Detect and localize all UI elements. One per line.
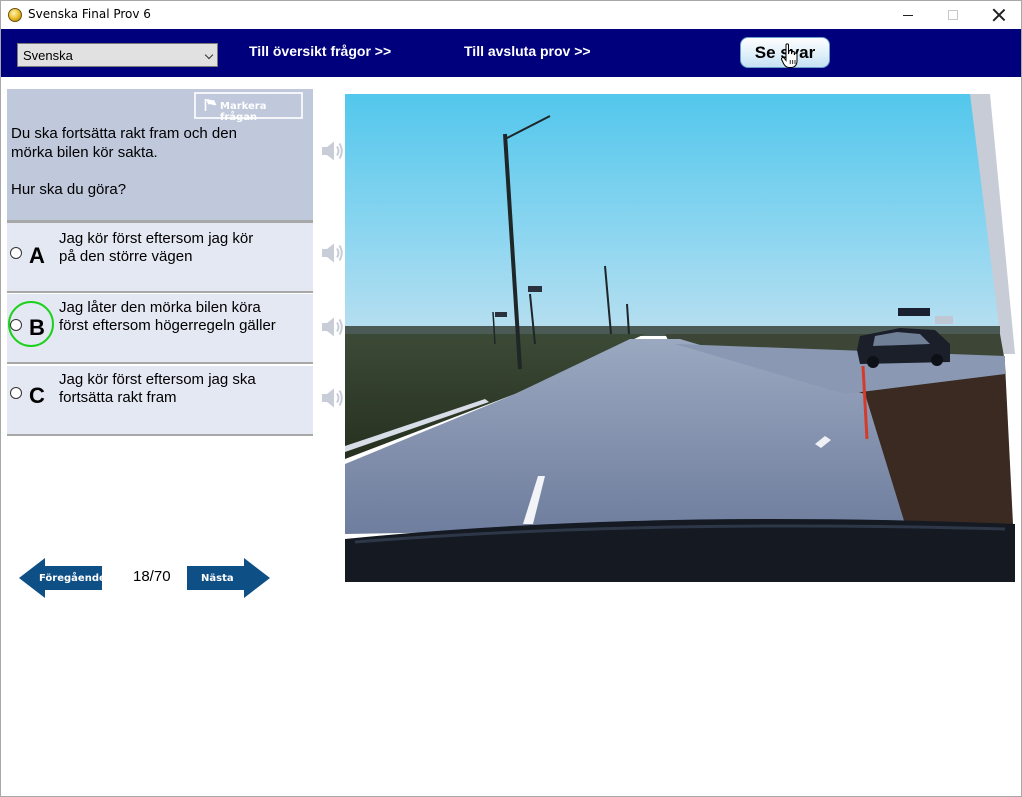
flag-icon — [204, 99, 217, 111]
maximize-icon — [948, 10, 958, 20]
answer-text: Jag kör först eftersom jag kör på den st… — [59, 230, 309, 266]
speaker-icon[interactable] — [320, 140, 344, 162]
answer-line: Jag låter den mörka bilen köra — [59, 299, 261, 316]
app-icon — [8, 8, 22, 22]
toolbar: Svenska Till översikt frågor >> Till avs… — [1, 29, 1021, 77]
next-label: Nästa — [201, 573, 234, 584]
answer-line: först eftersom högerregeln gäller — [59, 317, 276, 334]
previous-button[interactable]: Föregående — [19, 558, 106, 598]
close-button[interactable] — [976, 1, 1021, 29]
question-text: Du ska fortsätta rakt fram och den mörka… — [11, 124, 281, 199]
answer-option-b[interactable]: B Jag låter den mörka bilen köra först e… — [7, 294, 313, 364]
close-icon — [993, 9, 1005, 21]
answer-text: Jag låter den mörka bilen köra först eft… — [59, 299, 309, 335]
answer-option-c[interactable]: C Jag kör först eftersom jag ska fortsät… — [7, 366, 313, 436]
answer-option-a[interactable]: A Jag kör först eftersom jag kör på den … — [7, 223, 313, 293]
answer-letter: B — [29, 315, 45, 340]
question-line: mörka bilen kör sakta. — [11, 144, 158, 161]
previous-label: Föregående — [39, 573, 106, 584]
flag-question-label: Markera frågan — [220, 101, 267, 123]
question-line: Du ska fortsätta rakt fram och den — [11, 125, 237, 142]
answer-radio-a[interactable] — [10, 247, 22, 259]
answer-line: Jag kör först eftersom jag kör — [59, 230, 254, 247]
next-button[interactable]: Nästa — [187, 558, 270, 598]
language-select-value: Svenska — [23, 48, 73, 63]
speaker-icon[interactable] — [320, 242, 344, 264]
flag-question-button[interactable]: Markera frågan — [194, 92, 303, 123]
minimize-button[interactable] — [885, 1, 931, 29]
question-panel: Markera frågan Du ska fortsätta rakt fra… — [7, 89, 313, 221]
question-prompt: Hur ska du göra? — [11, 181, 127, 198]
answer-letter: A — [29, 243, 45, 268]
app-window: Svenska Final Prov 6 Svenska Till översi… — [0, 0, 1022, 797]
answer-line: fortsätta rakt fram — [59, 389, 177, 406]
answer-radio-c[interactable] — [10, 387, 22, 399]
language-select[interactable]: Svenska — [17, 43, 218, 67]
maximize-button[interactable] — [930, 1, 976, 29]
question-counter: 18/70 — [133, 568, 171, 585]
title-bar: Svenska Final Prov 6 — [1, 1, 1021, 29]
answer-line: Jag kör först eftersom jag ska — [59, 371, 256, 388]
window-title: Svenska Final Prov 6 — [28, 7, 151, 21]
minimize-icon — [903, 14, 913, 16]
answer-letter: C — [29, 383, 45, 408]
overview-questions-link[interactable]: Till översikt frågor >> — [249, 43, 391, 59]
answer-radio-b[interactable] — [10, 319, 22, 331]
speaker-icon[interactable] — [320, 387, 344, 409]
speaker-icon[interactable] — [320, 316, 344, 338]
road-scene-photo — [345, 94, 1015, 582]
answer-line: på den större vägen — [59, 248, 193, 265]
hand-cursor-icon — [781, 43, 798, 68]
answer-text: Jag kör först eftersom jag ska fortsätta… — [59, 371, 309, 407]
finish-exam-link[interactable]: Till avsluta prov >> — [464, 43, 591, 59]
chevron-down-icon — [204, 50, 214, 60]
